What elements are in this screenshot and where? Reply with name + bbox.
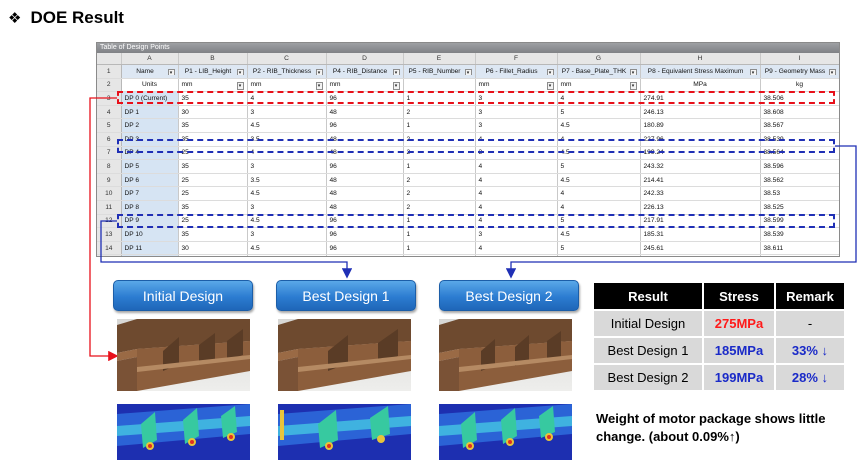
best-design-2-button[interactable]: Best Design 2 (439, 280, 579, 311)
results-header-stress: Stress (702, 283, 774, 309)
best-design-1-button[interactable]: Best Design 1 (276, 280, 416, 311)
best-design-2-stress-contour (439, 404, 572, 460)
result-remark: 28% ↓ (774, 363, 844, 390)
results-row-best1: Best Design 1 185MPa 33% ↓ (594, 336, 844, 363)
result-remark: 33% ↓ (774, 336, 844, 363)
result-stress: 275MPa (702, 309, 774, 336)
best-design-2-arrow (505, 145, 857, 279)
best-design-1-arrow (100, 220, 353, 279)
result-remark: - (774, 309, 844, 336)
initial-design-geometry-image (117, 319, 250, 391)
best-design-1-stress-contour (278, 404, 411, 460)
weight-note: Weight of motor package shows little cha… (596, 411, 826, 444)
result-stress: 185MPa (702, 336, 774, 363)
results-table: Result Stress Remark Initial Design 275M… (594, 283, 844, 390)
initial-design-button[interactable]: Initial Design (113, 280, 253, 311)
results-row-initial: Initial Design 275MPa - (594, 309, 844, 336)
results-header-row: Result Stress Remark (594, 283, 844, 309)
result-label: Best Design 1 (594, 336, 702, 363)
initial-design-images (117, 319, 250, 460)
best-design-1-geometry-image (278, 319, 411, 391)
best-design-1-images (278, 319, 411, 460)
result-label: Initial Design (594, 309, 702, 336)
best-design-2-images (439, 319, 572, 460)
result-stress: 199MPa (702, 363, 774, 390)
result-label: Best Design 2 (594, 363, 702, 390)
initial-design-arrow (89, 97, 119, 362)
results-header-remark: Remark (774, 283, 844, 309)
results-header-result: Result (594, 283, 702, 309)
results-row-best2: Best Design 2 199MPa 28% ↓ (594, 363, 844, 390)
initial-design-stress-contour (117, 404, 250, 460)
best-design-2-geometry-image (439, 319, 572, 391)
